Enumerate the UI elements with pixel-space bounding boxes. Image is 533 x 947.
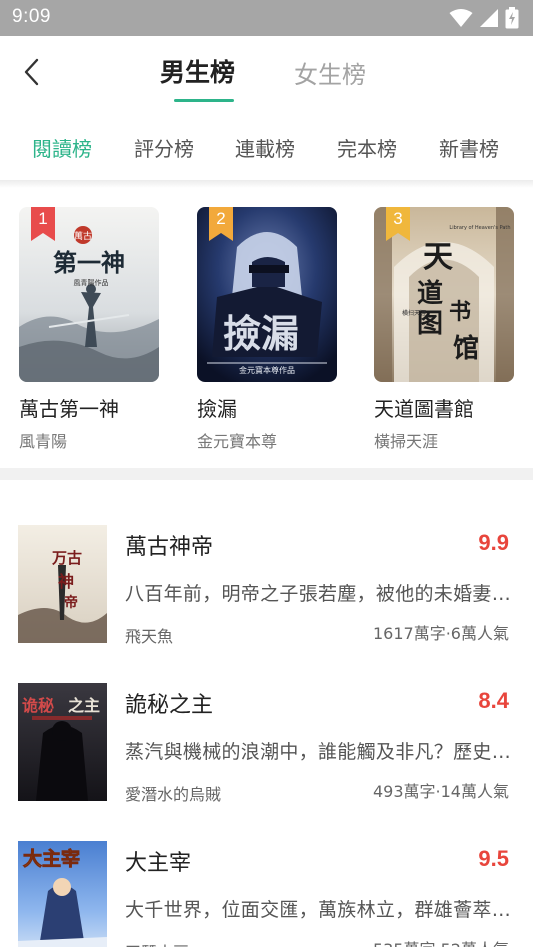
subtab-serializing[interactable]: 連載榜 xyxy=(235,133,295,162)
book-description: 八百年前，明帝之子張若塵，被他的未婚妻… xyxy=(125,583,512,605)
top-book-title: 撿漏 xyxy=(197,397,237,421)
tab-male-ranking[interactable]: 男生榜 xyxy=(160,53,235,89)
book-cover: 万古 神 帝 xyxy=(18,525,107,643)
top-book-author: 風青陽 xyxy=(19,432,68,451)
book-description: 蒸汽與機械的浪潮中，誰能觸及非凡？歷史… xyxy=(125,741,512,763)
book-cover: 诡秘 之主 xyxy=(18,683,107,801)
top-book-card-3[interactable]: 天 道 图 书 馆 Library of Heaven's Path 横扫天涯 … xyxy=(374,207,516,452)
svg-text:大主宰: 大主宰 xyxy=(23,847,80,870)
rank-badge-1: 1 xyxy=(31,207,55,241)
book-score: 9.5 xyxy=(478,846,509,871)
book-cover-art: 万古 神 帝 xyxy=(18,525,107,643)
status-time: 9:09 xyxy=(12,6,51,27)
tab-female-ranking[interactable]: 女生榜 xyxy=(294,55,366,90)
book-author: 愛潛水的烏賊 xyxy=(125,785,222,804)
signal-icon xyxy=(480,9,498,27)
book-cover-art: 大主宰 xyxy=(18,841,107,947)
divider xyxy=(0,180,533,188)
book-stats: 1617萬字·6萬人氣 xyxy=(373,624,509,643)
section-divider xyxy=(0,468,533,480)
book-cover: 天 道 图 书 馆 Library of Heaven's Path 横扫天涯 … xyxy=(374,207,514,382)
rank-badge-3: 3 xyxy=(386,207,410,241)
top-book-author: 橫掃天涯 xyxy=(374,432,439,451)
back-button[interactable] xyxy=(14,52,50,92)
battery-icon xyxy=(505,7,519,29)
chevron-left-icon xyxy=(24,58,39,86)
book-score: 9.9 xyxy=(478,530,509,555)
book-stats: 535萬字·52萬人氣 xyxy=(373,936,509,947)
book-stats: 493萬字·14萬人氣 xyxy=(373,782,509,801)
subtab-completed[interactable]: 完本榜 xyxy=(337,133,397,162)
svg-text:金元寶本尊作品: 金元寶本尊作品 xyxy=(239,365,295,375)
svg-text:Library of Heaven's Path: Library of Heaven's Path xyxy=(449,225,510,231)
list-item[interactable]: 万古 神 帝 萬古神帝 9.9 八百年前，明帝之子張若塵，被他的未婚妻… 飛天魚… xyxy=(0,525,533,675)
status-icons xyxy=(449,7,519,29)
svg-text:撿漏: 撿漏 xyxy=(223,311,299,356)
top-nav: 男生榜 女生榜 xyxy=(0,36,533,108)
rank-badge-2: 2 xyxy=(209,207,233,241)
svg-text:帝: 帝 xyxy=(64,594,78,611)
svg-text:横扫天涯: 横扫天涯 xyxy=(402,309,426,317)
svg-text:馆: 馆 xyxy=(453,333,479,364)
top-book-title: 萬古第一神 xyxy=(19,397,119,421)
book-title: 大主宰 xyxy=(125,851,192,876)
book-title: 萬古神帝 xyxy=(125,535,214,560)
svg-text:神: 神 xyxy=(58,572,74,591)
svg-text:诡秘: 诡秘 xyxy=(22,696,54,715)
book-title: 詭秘之主 xyxy=(125,693,214,718)
svg-text:书: 书 xyxy=(449,299,471,325)
svg-text:万古: 万古 xyxy=(51,549,82,567)
status-bar: 9:09 xyxy=(0,0,533,36)
svg-text:風青陽作品: 風青陽作品 xyxy=(74,278,109,287)
svg-text:第一神: 第一神 xyxy=(53,248,125,277)
subtab-new-books[interactable]: 新書榜 xyxy=(439,133,499,162)
book-cover-art: 诡秘 之主 xyxy=(18,683,107,801)
book-description: 大千世界，位面交匯，萬族林立，群雄薈萃… xyxy=(125,899,512,921)
book-score: 8.4 xyxy=(478,688,509,713)
sub-tabs: 閱讀榜 評分榜 連載榜 完本榜 新書榜 xyxy=(0,108,533,180)
book-cover: 萬古 第一神 風青陽作品 1 xyxy=(19,207,159,382)
subtab-rating[interactable]: 評分榜 xyxy=(134,133,194,162)
book-author: 天蠶土豆 xyxy=(125,939,189,947)
top-book-title: 天道圖書館 xyxy=(374,397,474,421)
svg-text:之主: 之主 xyxy=(68,696,100,715)
top-three-section: 萬古 第一神 風青陽作品 1 萬古第一神 風青陽 撿漏 金元寶本尊作品 2 撿漏… xyxy=(0,188,533,468)
svg-text:道: 道 xyxy=(417,278,443,309)
list-item[interactable]: 诡秘 之主 詭秘之主 8.4 蒸汽與機械的浪潮中，誰能觸及非凡？歷史… 愛潛水的… xyxy=(0,683,533,833)
top-book-card-2[interactable]: 撿漏 金元寶本尊作品 2 撿漏 金元寶本尊 xyxy=(197,207,339,452)
list-item[interactable]: 大主宰 大主宰 9.5 大千世界，位面交匯，萬族林立，群雄薈萃… 天蠶土豆 53… xyxy=(0,841,533,947)
book-cover: 大主宰 xyxy=(18,841,107,947)
top-book-author: 金元寶本尊 xyxy=(197,432,278,451)
active-tab-indicator xyxy=(174,99,234,102)
book-author: 飛天魚 xyxy=(125,627,174,646)
top-book-card-1[interactable]: 萬古 第一神 風青陽作品 1 萬古第一神 風青陽 xyxy=(19,207,161,452)
ranking-page: 9:09 男生榜 女生榜 閱讀榜 評分榜 連載榜 完本榜 新書榜 萬古 第一神 … xyxy=(0,0,533,947)
subtab-reading[interactable]: 閱讀榜 xyxy=(32,133,92,162)
svg-text:萬古: 萬古 xyxy=(74,230,92,242)
svg-text:天: 天 xyxy=(423,240,453,275)
ranking-list: 万古 神 帝 萬古神帝 9.9 八百年前，明帝之子張若塵，被他的未婚妻… 飛天魚… xyxy=(0,480,533,947)
wifi-icon xyxy=(449,9,473,27)
book-cover: 撿漏 金元寶本尊作品 2 xyxy=(197,207,337,382)
